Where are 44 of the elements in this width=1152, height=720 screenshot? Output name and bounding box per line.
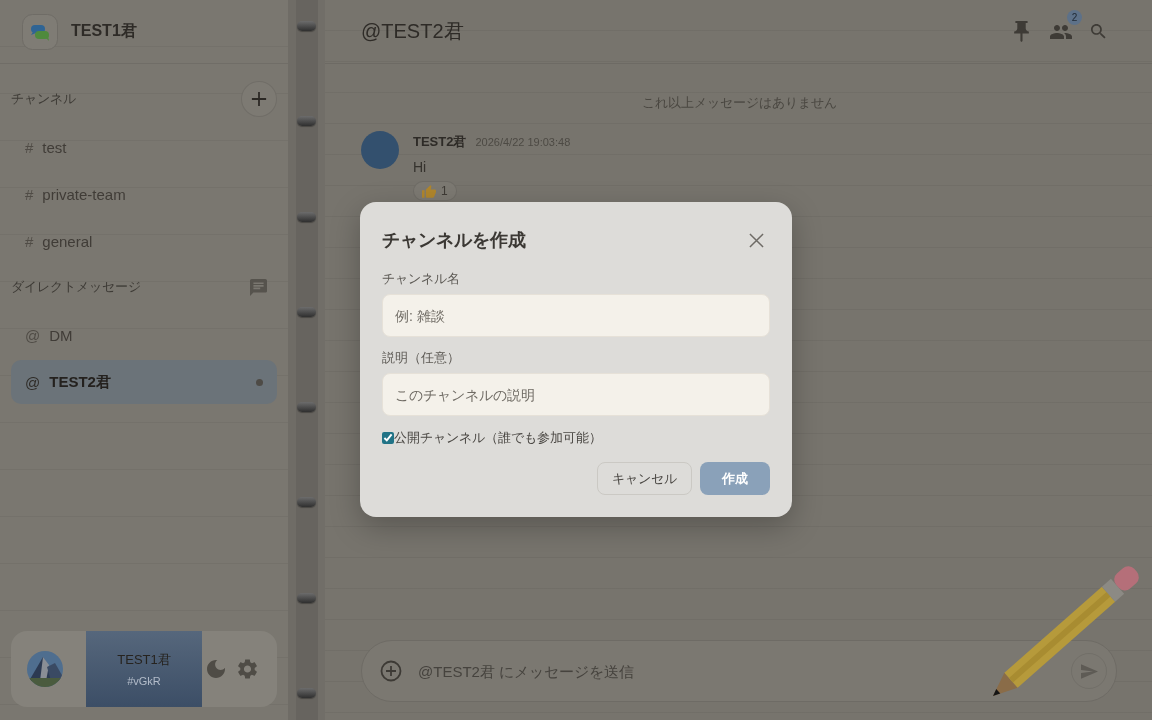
add-channel-button[interactable]: [241, 81, 277, 117]
pin-icon[interactable]: [1014, 21, 1029, 42]
section-title: チャンネル: [11, 90, 76, 108]
binder-ring-icon: [297, 21, 316, 31]
sidebar-item[interactable]: # general: [11, 219, 277, 263]
plus-icon: [251, 91, 267, 107]
text-input[interactable]: 例: 雑談: [382, 294, 770, 337]
binder-ring-icon: [297, 211, 316, 222]
close-icon[interactable]: [749, 232, 764, 248]
dark-mode-icon[interactable]: [207, 660, 225, 678]
user-name: TEST1君: [117, 650, 171, 669]
field-label: チャンネル名: [382, 271, 461, 288]
cancel-button[interactable]: キャンセル: [597, 462, 692, 495]
binder-ring-icon: [297, 306, 316, 317]
text-input[interactable]: このチャンネルの説明: [382, 373, 770, 416]
workspace-name: TEST1君: [71, 21, 137, 41]
member-count-badge: 2: [1067, 9, 1082, 25]
field-label: 説明（任意）: [382, 350, 461, 367]
binder-ring-icon: [297, 497, 316, 508]
mountain-avatar-icon: [27, 651, 63, 687]
add-attachment-icon[interactable]: [380, 660, 402, 682]
conversation-title: @TEST2君: [361, 19, 465, 44]
binder-ring-icon: [297, 592, 316, 603]
public-checkbox[interactable]: [382, 432, 394, 444]
message-author: TEST2君: [413, 133, 467, 151]
binder-ring-icon: [297, 687, 316, 698]
sidebar-item[interactable]: # test: [11, 125, 277, 169]
members-icon[interactable]: [1050, 24, 1072, 39]
message-text: Hi: [413, 158, 428, 177]
dialog-title: チャンネルを作成: [382, 229, 526, 252]
sidebar-item[interactable]: @ TEST2君: [11, 360, 277, 404]
thumbs-up-icon: [422, 184, 436, 198]
avatar-placeholder: [361, 131, 399, 169]
binder-ring-icon: [297, 402, 316, 413]
chat-icon[interactable]: [250, 278, 267, 296]
send-icon: [1080, 663, 1098, 679]
checkbox-label: 公開チャンネル（誰でも参加可能）: [394, 429, 602, 447]
user-tag: #vGkR: [127, 674, 161, 688]
settings-icon[interactable]: [238, 659, 257, 679]
app-logo-icon: [22, 13, 58, 50]
sidebar-item[interactable]: @ DM: [11, 313, 277, 357]
reaction-button[interactable]: 1: [413, 181, 457, 201]
sidebar-item[interactable]: # private-team: [11, 172, 277, 216]
binder-ring-icon: [297, 116, 316, 127]
